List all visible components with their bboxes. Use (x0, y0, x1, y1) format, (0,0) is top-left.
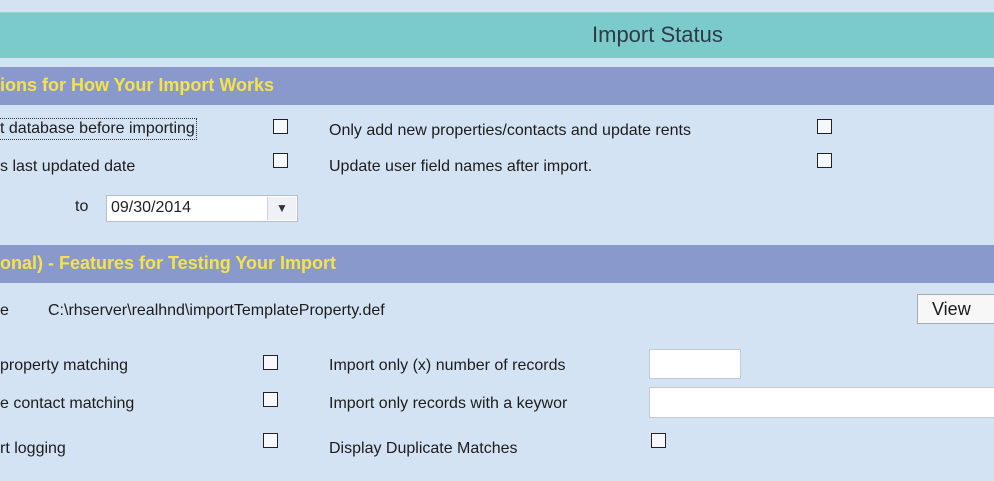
import-status-panel: Import Status ions for How Your Import W… (0, 0, 994, 481)
last-updated-checkbox[interactable] (273, 153, 288, 168)
property-matching-label: property matching (0, 357, 129, 374)
logging-label: rt logging (0, 440, 66, 457)
template-file-label: e (0, 302, 9, 319)
update-fields-label: Update user field names after import. (329, 158, 593, 175)
last-updated-label: s last updated date (0, 158, 136, 175)
view-button[interactable]: View (917, 294, 994, 324)
page-title: Import Status (592, 22, 723, 47)
template-file-path: C:\rhserver\realhnd\importTemplateProper… (48, 302, 385, 319)
duplicates-label: Display Duplicate Matches (329, 440, 518, 457)
title-bar: Import Status (0, 12, 994, 58)
import-count-label: Import only (x) number of records (329, 357, 566, 374)
chevron-down-icon[interactable]: ▼ (267, 197, 296, 220)
to-date-select[interactable]: 09/30/2014 ▼ (106, 195, 298, 222)
contact-matching-checkbox[interactable] (263, 392, 278, 407)
update-fields-checkbox[interactable] (817, 153, 832, 168)
contact-matching-label: e contact matching (0, 395, 135, 412)
logging-checkbox[interactable] (263, 433, 278, 448)
section-title: ions for How Your Import Works (0, 75, 275, 95)
new-only-label: Only add new properties/contacts and upd… (329, 122, 691, 139)
section-header-import-options: ions for How Your Import Works (0, 67, 994, 105)
backup-database-checkbox[interactable] (273, 119, 288, 134)
property-matching-checkbox[interactable] (263, 355, 278, 370)
keyword-input[interactable] (649, 387, 994, 418)
new-only-checkbox[interactable] (817, 119, 832, 134)
keyword-label: Import only records with a keywor (329, 395, 568, 412)
section-title: onal) - Features for Testing Your Import (0, 253, 337, 273)
section-header-testing-features: onal) - Features for Testing Your Import (0, 245, 994, 283)
import-count-input[interactable] (649, 349, 741, 379)
backup-database-label: t database before importing (0, 118, 197, 140)
duplicates-checkbox[interactable] (651, 433, 666, 448)
to-date-value: 09/30/2014 (111, 199, 192, 216)
to-label: to (75, 198, 89, 215)
